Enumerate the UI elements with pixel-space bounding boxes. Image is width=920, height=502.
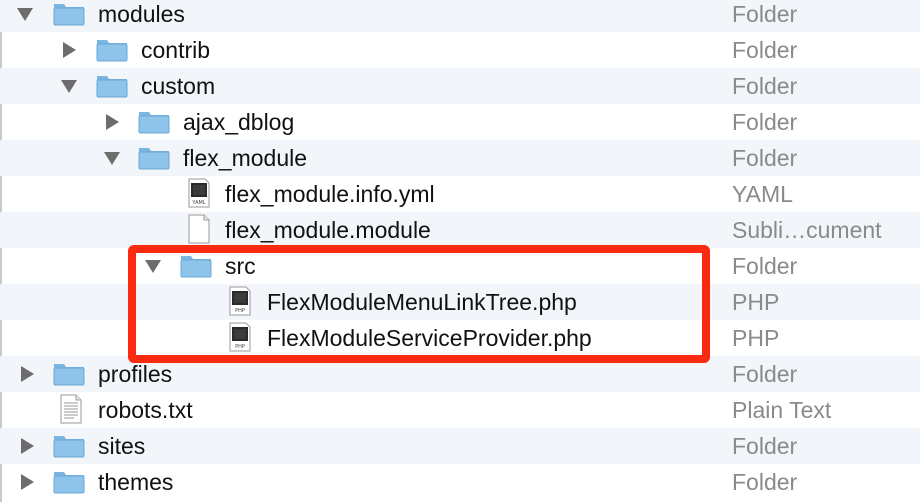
file-name: custom: [141, 73, 216, 99]
file-name: FlexModuleMenuLinkTree.php: [267, 289, 577, 315]
name-cell: robots.txt: [0, 392, 715, 428]
file-kind: Folder: [732, 73, 798, 99]
list-row[interactable]: src Folder: [0, 248, 920, 284]
file-name: FlexModuleServiceProvider.php: [267, 325, 592, 351]
folder-icon: [52, 430, 86, 460]
yaml-file-icon: YAML: [182, 178, 216, 208]
file-name: themes: [98, 469, 174, 495]
file-kind: Folder: [732, 1, 798, 27]
list-row[interactable]: PHP FlexModuleServiceProvider.php PHP: [0, 320, 920, 356]
file-name: modules: [98, 1, 185, 27]
file-name: src: [225, 253, 256, 279]
file-kind: Folder: [732, 433, 798, 459]
disclosure-collapsed-icon[interactable]: [19, 474, 35, 490]
folder-icon: [52, 0, 86, 28]
php-icon-text: PHP: [235, 308, 245, 314]
list-row[interactable]: flex_module.module Subli…cument: [0, 212, 920, 248]
disclosure-collapsed-icon[interactable]: [19, 438, 35, 454]
file-kind: Folder: [732, 37, 798, 63]
document-icon: [182, 214, 216, 244]
disclosure-collapsed-icon[interactable]: [19, 366, 35, 382]
folder-icon: [137, 142, 171, 172]
name-cell: custom: [0, 68, 715, 104]
folder-icon: [179, 250, 213, 280]
list-row[interactable]: modules Folder: [0, 0, 920, 32]
file-kind: YAML: [732, 181, 793, 207]
folder-icon: [52, 466, 86, 496]
list-row[interactable]: ajax_dblog Folder: [0, 104, 920, 140]
list-row[interactable]: contrib Folder: [0, 32, 920, 68]
file-name: flex_module: [183, 145, 308, 171]
php-file-icon: PHP: [223, 286, 257, 316]
file-kind: Folder: [732, 361, 798, 387]
file-name: flex_module.module: [225, 217, 431, 243]
file-name: sites: [98, 433, 146, 459]
name-cell: src: [0, 248, 715, 284]
folder-icon: [95, 34, 129, 64]
folder-icon: [137, 106, 171, 136]
yaml-icon-text: YAML: [191, 200, 205, 206]
list-row[interactable]: flex_module Folder: [0, 140, 920, 176]
name-cell: PHP FlexModuleMenuLinkTree.php: [0, 284, 715, 320]
file-kind: Folder: [732, 469, 798, 495]
file-kind: Folder: [732, 253, 798, 279]
disclosure-expanded-icon[interactable]: [104, 150, 120, 166]
disclosure-expanded-icon[interactable]: [145, 258, 161, 274]
file-kind: PHP: [732, 325, 780, 351]
list-row[interactable]: sites Folder: [0, 428, 920, 464]
list-row[interactable]: profiles Folder: [0, 356, 920, 392]
list-row[interactable]: PHP FlexModuleMenuLinkTree.php PHP: [0, 284, 920, 320]
php-file-icon: PHP: [223, 322, 257, 352]
finder-list-view: modules Folder contrib Folder custom Fol…: [0, 0, 920, 502]
name-cell: YAML flex_module.info.yml: [0, 176, 715, 212]
file-name: profiles: [98, 361, 173, 387]
disclosure-collapsed-icon[interactable]: [61, 42, 77, 58]
file-name: robots.txt: [98, 397, 193, 423]
name-cell: profiles: [0, 356, 715, 392]
name-cell: flex_module: [0, 140, 715, 176]
list-row[interactable]: themes Folder: [0, 464, 920, 500]
disclosure-expanded-icon[interactable]: [61, 78, 77, 94]
list-row[interactable]: custom Folder: [0, 68, 920, 104]
name-cell: contrib: [0, 32, 715, 68]
name-cell: flex_module.module: [0, 212, 715, 248]
php-icon-text: PHP: [235, 344, 245, 350]
file-name: contrib: [141, 37, 211, 63]
folder-icon: [52, 358, 86, 388]
disclosure-collapsed-icon[interactable]: [104, 114, 120, 130]
file-kind: Folder: [732, 109, 798, 135]
file-kind: Plain Text: [732, 397, 832, 423]
name-cell: PHP FlexModuleServiceProvider.php: [0, 320, 715, 356]
file-name: ajax_dblog: [183, 109, 295, 135]
list-row[interactable]: robots.txt Plain Text: [0, 392, 920, 428]
name-cell: ajax_dblog: [0, 104, 715, 140]
name-cell: sites: [0, 428, 715, 464]
file-kind: Folder: [732, 145, 798, 171]
list-row[interactable]: YAML flex_module.info.yml YAML: [0, 176, 920, 212]
name-cell: modules: [0, 0, 715, 32]
file-kind: Subli…cument: [732, 217, 882, 243]
file-kind: PHP: [732, 289, 780, 315]
name-cell: themes: [0, 464, 715, 500]
disclosure-expanded-icon[interactable]: [17, 6, 33, 22]
folder-icon: [95, 70, 129, 100]
text-file-icon: [54, 394, 88, 424]
file-name: flex_module.info.yml: [225, 181, 435, 207]
